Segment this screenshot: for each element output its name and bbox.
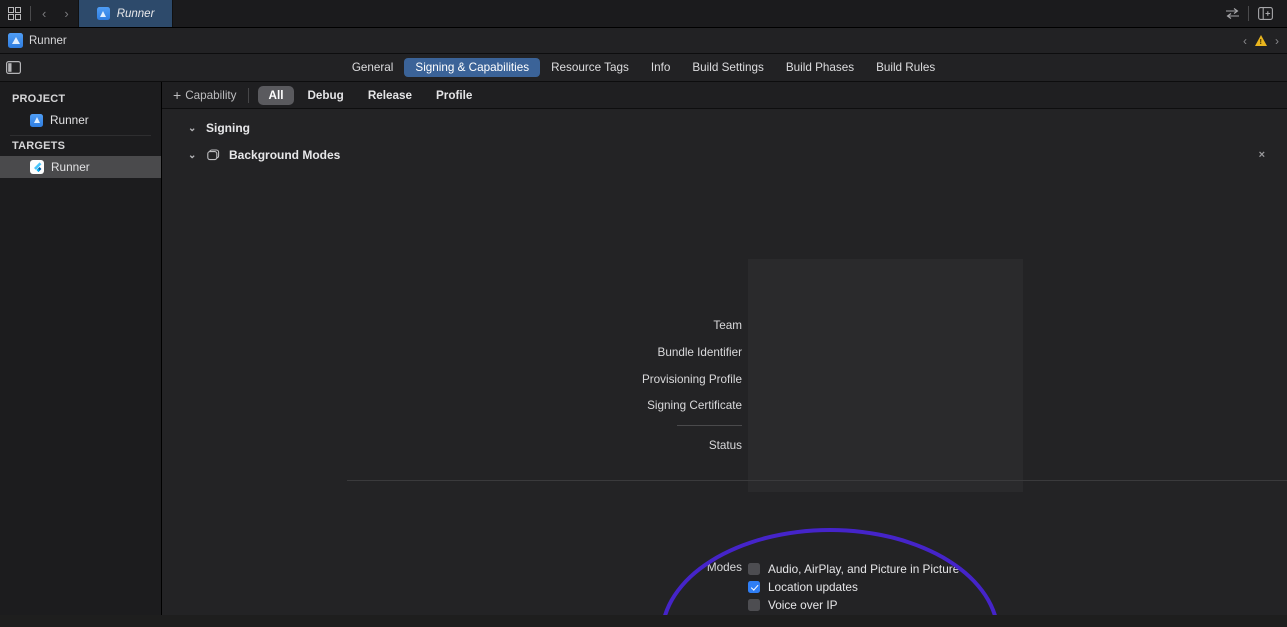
field-label-team: Team bbox=[322, 319, 742, 332]
editor-tab-strip: General Signing & Capabilities Resource … bbox=[0, 54, 1287, 82]
signing-values-panel bbox=[748, 259, 1023, 492]
add-capability-label: Capability bbox=[185, 89, 236, 102]
mode-label: Location updates bbox=[768, 580, 858, 594]
editor-tabs: General Signing & Capabilities Resource … bbox=[341, 58, 946, 77]
previous-issue-button[interactable]: ‹ bbox=[1243, 34, 1247, 48]
capabilities-content: ⌄ Signing Team Bundle Identifier Provisi… bbox=[162, 109, 1287, 615]
chevron-down-icon[interactable]: ⌄ bbox=[188, 150, 198, 161]
plus-icon: + bbox=[173, 88, 181, 102]
tab-bar-separator bbox=[30, 6, 31, 21]
mode-row-audio-airplay[interactable]: Audio, AirPlay, and Picture in Picture bbox=[748, 560, 959, 578]
capabilities-toolbar: + Capability All Debug Release Profile bbox=[162, 82, 1287, 109]
tab-info[interactable]: Info bbox=[640, 58, 682, 77]
signing-section-header[interactable]: ⌄ Signing bbox=[162, 109, 1287, 135]
tab-build-phases[interactable]: Build Phases bbox=[775, 58, 865, 77]
field-label-status: Status bbox=[322, 439, 742, 452]
sidebar-item-label: Runner bbox=[50, 113, 89, 127]
background-modes-list: Audio, AirPlay, and Picture in Picture L… bbox=[748, 560, 959, 615]
background-modes-section-header[interactable]: ⌄ Background Modes × bbox=[162, 135, 1287, 162]
field-label-provisioning-profile: Provisioning Profile bbox=[322, 373, 742, 386]
mode-row-location-updates[interactable]: Location updates bbox=[748, 578, 959, 596]
sidebar-item-label: Runner bbox=[51, 160, 90, 174]
breadcrumb-bar: Runner ‹ › bbox=[0, 28, 1287, 54]
back-button[interactable]: ‹ bbox=[33, 0, 55, 28]
filter-debug[interactable]: Debug bbox=[296, 86, 354, 105]
breadcrumb-project-label: Runner bbox=[29, 35, 67, 47]
section-divider bbox=[347, 480, 1287, 481]
status-divider bbox=[677, 425, 742, 426]
tab-bar-right-controls bbox=[1218, 0, 1287, 27]
tab-build-rules[interactable]: Build Rules bbox=[865, 58, 946, 77]
tab-bar-left-controls: ‹ › bbox=[0, 0, 78, 27]
checkbox-audio-airplay[interactable] bbox=[748, 563, 760, 575]
tab-build-settings[interactable]: Build Settings bbox=[681, 58, 774, 77]
capabilities-editor: + Capability All Debug Release Profile ⌄… bbox=[162, 82, 1287, 615]
issue-navigator-controls: ‹ › bbox=[1243, 34, 1279, 48]
next-issue-button[interactable]: › bbox=[1275, 34, 1279, 48]
sidebar-item-target-runner[interactable]: Runner bbox=[0, 156, 161, 178]
editor-tab-runner[interactable]: Runner bbox=[78, 0, 174, 27]
window-tab-bar: ‹ › Runner bbox=[0, 0, 1287, 28]
xcode-project-icon bbox=[97, 7, 110, 20]
editor-body: PROJECT Runner TARGETS Runner + Capabili… bbox=[0, 82, 1287, 615]
checkbox-voice-over-ip[interactable] bbox=[748, 599, 760, 611]
tab-bar-separator-right bbox=[1248, 6, 1249, 21]
xcode-project-icon bbox=[8, 33, 23, 48]
mode-row-voice-over-ip[interactable]: Voice over IP bbox=[748, 596, 959, 614]
field-label-bundle-identifier: Bundle Identifier bbox=[322, 346, 742, 359]
background-modes-icon bbox=[206, 149, 221, 162]
filter-release[interactable]: Release bbox=[357, 86, 423, 105]
breadcrumb[interactable]: Runner bbox=[8, 33, 67, 48]
swap-arrows-icon[interactable] bbox=[1218, 0, 1246, 28]
modes-label: Modes bbox=[642, 561, 742, 574]
tab-signing-capabilities[interactable]: Signing & Capabilities bbox=[404, 58, 540, 77]
mode-label: Voice over IP bbox=[768, 598, 838, 612]
configuration-filter-segmented-control: All Debug Release Profile bbox=[258, 86, 484, 105]
tab-general[interactable]: General bbox=[341, 58, 405, 77]
sidebar-section-targets: TARGETS bbox=[0, 136, 161, 156]
add-panel-icon[interactable] bbox=[1251, 0, 1279, 28]
project-navigator-sidebar: PROJECT Runner TARGETS Runner bbox=[0, 82, 162, 615]
checkbox-location-updates[interactable] bbox=[748, 581, 760, 593]
tab-resource-tags[interactable]: Resource Tags bbox=[540, 58, 640, 77]
flutter-icon bbox=[30, 160, 44, 174]
sidebar-item-project-runner[interactable]: Runner bbox=[0, 109, 161, 131]
chevron-down-icon[interactable]: ⌄ bbox=[188, 123, 198, 134]
toolbar-divider bbox=[248, 88, 249, 103]
forward-button[interactable]: › bbox=[55, 0, 77, 28]
background-modes-section-title: Background Modes bbox=[229, 148, 340, 162]
mode-row-external-accessory[interactable]: External accessory communication bbox=[748, 614, 959, 615]
filter-profile[interactable]: Profile bbox=[425, 86, 483, 105]
mode-label: Audio, AirPlay, and Picture in Picture bbox=[768, 562, 959, 576]
signing-section-title: Signing bbox=[206, 121, 250, 135]
add-capability-button[interactable]: + Capability bbox=[173, 88, 248, 102]
filter-all[interactable]: All bbox=[258, 86, 295, 105]
warning-triangle-icon[interactable] bbox=[1255, 35, 1267, 46]
grid-icon[interactable] bbox=[0, 0, 28, 28]
sidebar-toggle-icon[interactable] bbox=[4, 58, 23, 77]
sidebar-section-project: PROJECT bbox=[0, 89, 161, 109]
field-label-signing-certificate: Signing Certificate bbox=[322, 399, 742, 412]
close-icon[interactable]: × bbox=[1259, 149, 1265, 161]
xcode-project-icon bbox=[30, 114, 43, 127]
editor-tab-label: Runner bbox=[117, 8, 155, 20]
